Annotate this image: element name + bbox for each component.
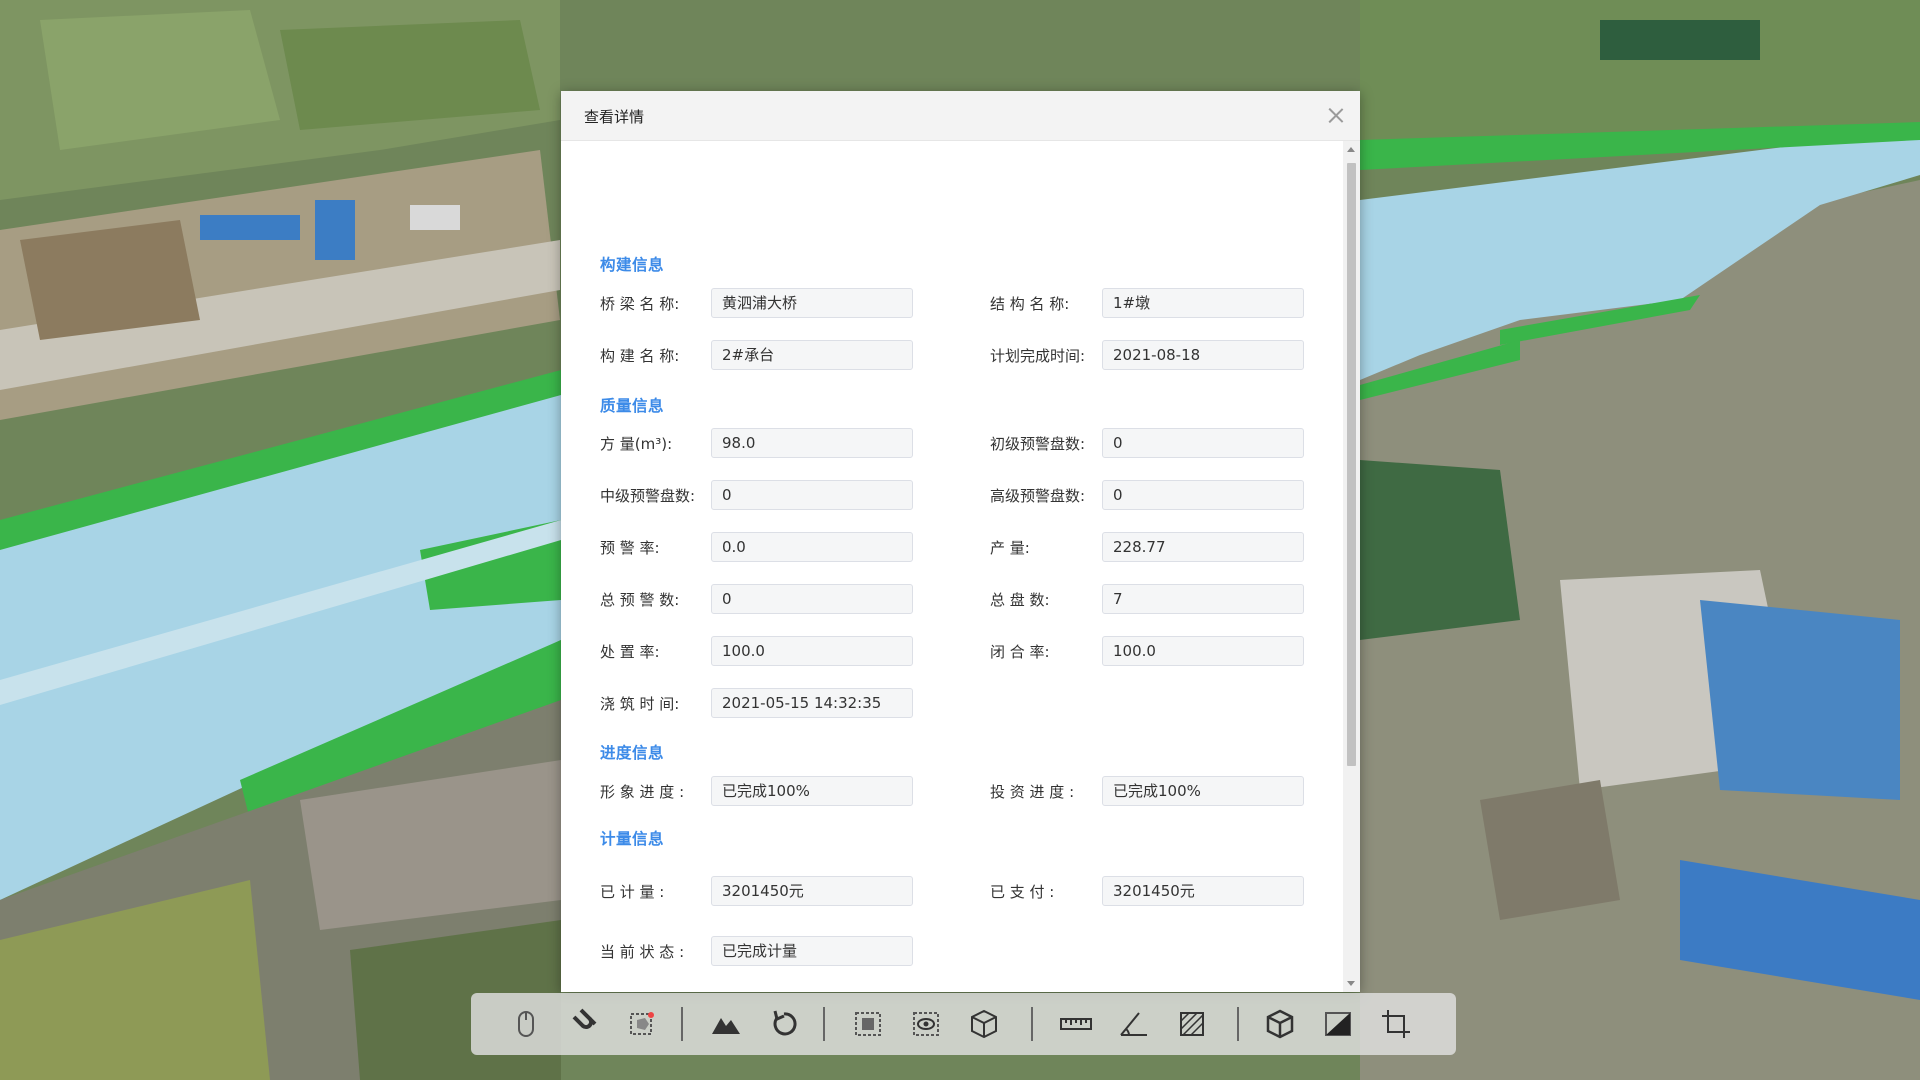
plan-finish-time-field[interactable]: 2021-08-18: [1102, 340, 1304, 370]
high-warning-label: 高级预警盘数:: [990, 487, 1086, 505]
bridge-name-label: 桥 梁 名 称:: [600, 295, 680, 313]
close-icon[interactable]: [1326, 105, 1346, 125]
volume-label: 方 量(m³):: [600, 435, 673, 453]
slope-icon[interactable]: [1319, 1005, 1357, 1043]
disposal-rate-label: 处 置 率:: [600, 643, 660, 661]
component-name-label: 构 建 名 称:: [600, 347, 680, 365]
section-title-component: 构建信息: [600, 256, 665, 274]
warning-rate-label: 预 警 率:: [600, 539, 660, 557]
high-warning-field[interactable]: 0: [1102, 480, 1304, 510]
output-label: 产 量:: [990, 539, 1030, 557]
structure-name-label: 结 构 名 称:: [990, 295, 1070, 313]
section-title-quality: 质量信息: [600, 397, 665, 415]
magnet-icon[interactable]: [565, 1005, 603, 1043]
dialog-body: 构建信息 桥 梁 名 称: 黄泗浦大桥 结 构 名 称: 1#墩 构 建 名 称…: [561, 141, 1343, 992]
plan-finish-time-label: 计划完成时间:: [990, 347, 1086, 365]
image-progress-field[interactable]: 已完成100%: [711, 776, 913, 806]
area-measure-icon[interactable]: [1173, 1005, 1211, 1043]
section-title-progress: 进度信息: [600, 744, 665, 762]
section-title-metering: 计量信息: [600, 830, 665, 848]
current-status-label: 当 前 状 态 :: [600, 943, 685, 961]
total-warning-label: 总 预 警 数:: [600, 591, 680, 609]
mid-warning-field[interactable]: 0: [711, 480, 913, 510]
model-icon[interactable]: [1261, 1005, 1299, 1043]
paid-label: 已 支 付 :: [990, 883, 1055, 901]
metered-label: 已 计 量 :: [600, 883, 665, 901]
mid-warning-label: 中级预警盘数:: [600, 487, 696, 505]
pour-time-field[interactable]: 2021-05-15 14:32:35: [711, 688, 913, 718]
image-progress-label: 形 象 进 度 :: [600, 783, 685, 801]
primary-warning-field[interactable]: 0: [1102, 428, 1304, 458]
scrollbar[interactable]: [1343, 141, 1360, 992]
pour-time-label: 浇 筑 时 间:: [600, 695, 680, 713]
structure-name-field[interactable]: 1#墩: [1102, 288, 1304, 318]
scroll-down-icon[interactable]: [1347, 981, 1355, 986]
area-select-icon[interactable]: [849, 1005, 887, 1043]
dialog-title: 查看详情: [584, 108, 645, 126]
output-field[interactable]: 228.77: [1102, 532, 1304, 562]
detail-dialog: 查看详情 构建信息 桥 梁 名 称: 黄泗浦大桥 结 构 名 称: 1#墩 构 …: [561, 91, 1360, 992]
ruler-icon[interactable]: [1057, 1005, 1095, 1043]
warning-rate-field[interactable]: 0.0: [711, 532, 913, 562]
paid-field[interactable]: 3201450元: [1102, 876, 1304, 906]
total-batches-field[interactable]: 7: [1102, 584, 1304, 614]
closure-rate-field[interactable]: 100.0: [1102, 636, 1304, 666]
invest-progress-label: 投 资 进 度 :: [990, 783, 1075, 801]
metered-field[interactable]: 3201450元: [711, 876, 913, 906]
angle-icon[interactable]: [1115, 1005, 1153, 1043]
map-toolbar: [471, 993, 1456, 1055]
rotate-icon[interactable]: [765, 1005, 803, 1043]
total-warning-field[interactable]: 0: [711, 584, 913, 614]
crop-icon[interactable]: [1377, 1005, 1415, 1043]
invest-progress-field[interactable]: 已完成100%: [1102, 776, 1304, 806]
scroll-thumb[interactable]: [1347, 163, 1356, 766]
current-status-field[interactable]: 已完成计量: [711, 936, 913, 966]
volume-field[interactable]: 98.0: [711, 428, 913, 458]
component-name-field[interactable]: 2#承台: [711, 340, 913, 370]
terrain-icon[interactable]: [707, 1005, 745, 1043]
select-box-icon[interactable]: [623, 1005, 661, 1043]
total-batches-label: 总 盘 数:: [990, 591, 1050, 609]
closure-rate-label: 闭 合 率:: [990, 643, 1050, 661]
visibility-icon[interactable]: [907, 1005, 945, 1043]
dialog-header: 查看详情: [561, 91, 1360, 141]
cube-icon[interactable]: [965, 1005, 1003, 1043]
bridge-name-field[interactable]: 黄泗浦大桥: [711, 288, 913, 318]
mouse-icon[interactable]: [507, 1005, 545, 1043]
primary-warning-label: 初级预警盘数:: [990, 435, 1086, 453]
scroll-up-icon[interactable]: [1347, 147, 1355, 152]
disposal-rate-field[interactable]: 100.0: [711, 636, 913, 666]
